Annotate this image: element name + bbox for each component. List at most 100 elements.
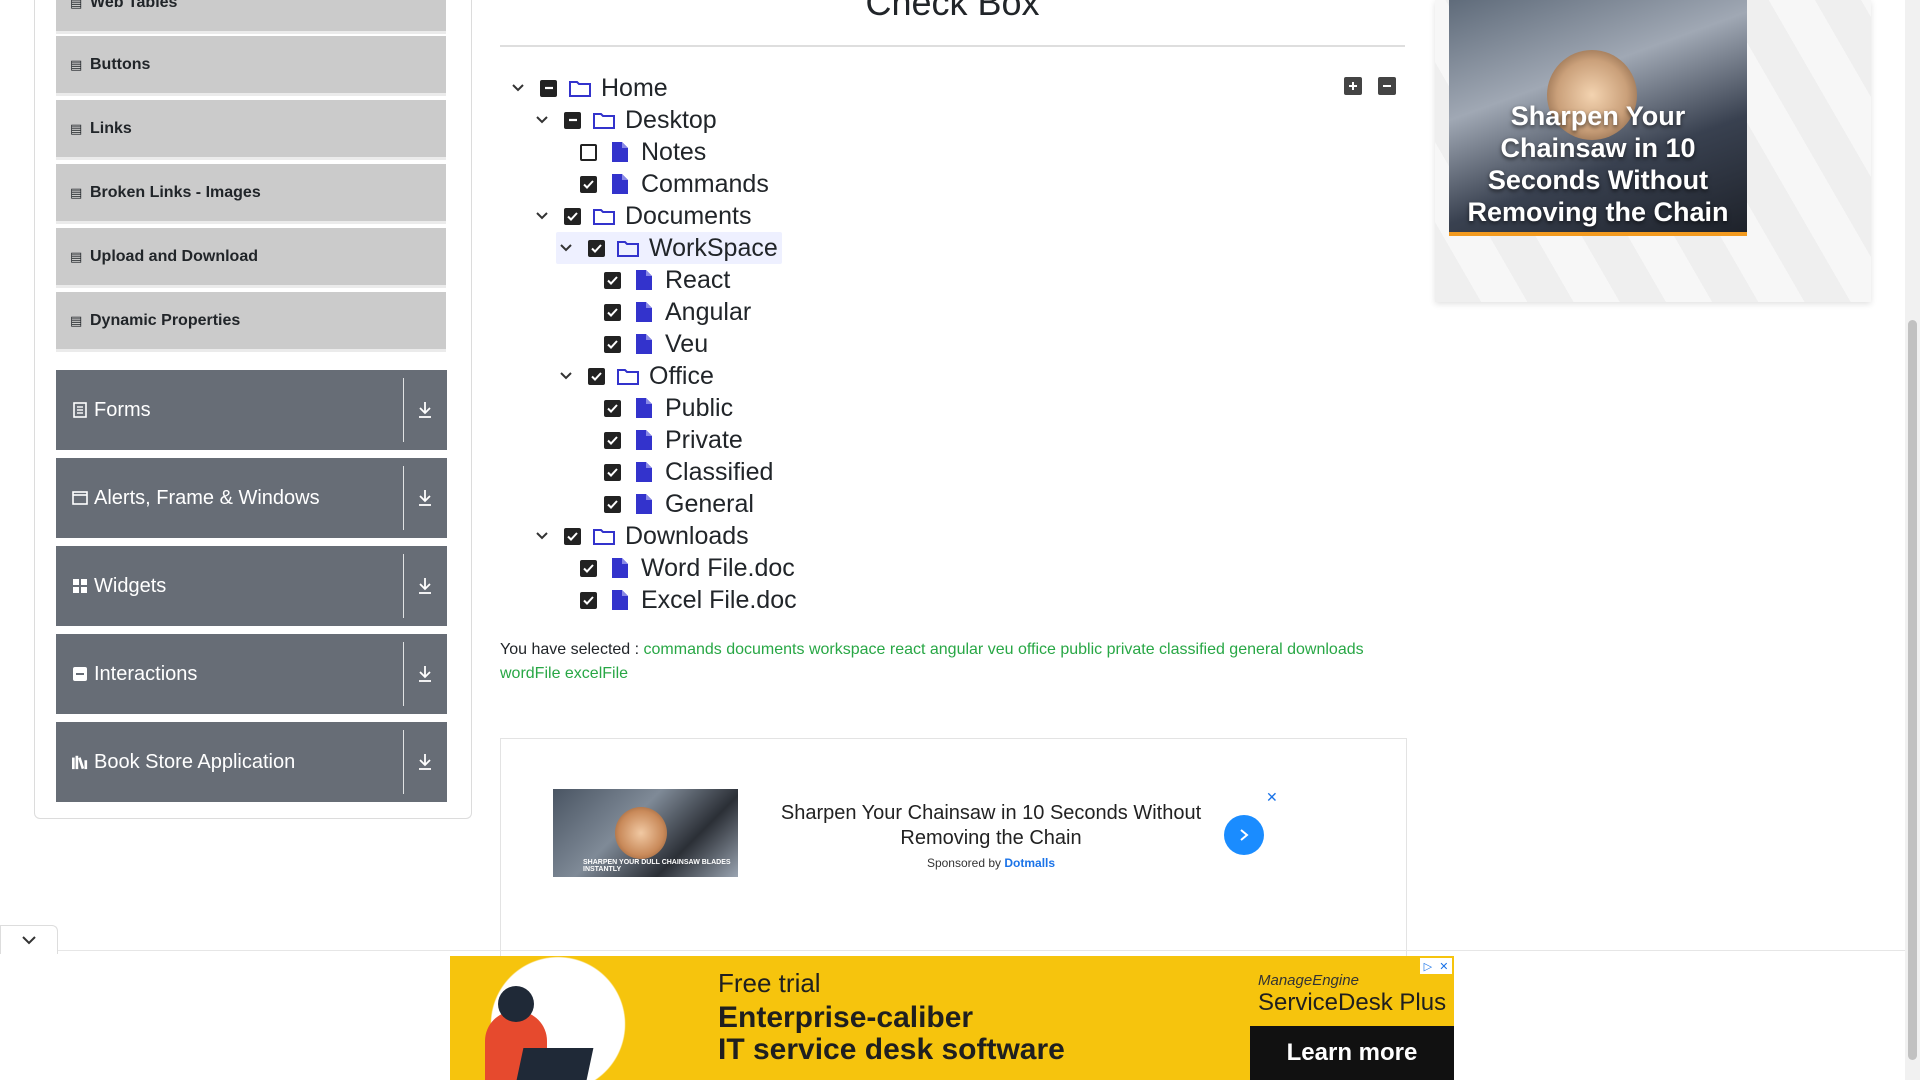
checkbox-angular[interactable] bbox=[604, 303, 621, 321]
file-icon bbox=[633, 493, 655, 515]
banner-brand-1: ManageEngine bbox=[1258, 972, 1359, 989]
window-icon bbox=[72, 490, 88, 506]
ad-sponsor-link[interactable]: Dotmalls bbox=[1004, 856, 1055, 870]
checkbox-commands[interactable] bbox=[580, 175, 597, 193]
tree-node-downloads: Downloads bbox=[532, 520, 749, 552]
checkbox-desktop[interactable] bbox=[564, 111, 581, 129]
inline-ad: SHARPEN YOUR DULL CHAINSAW BLADES INSTAN… bbox=[500, 738, 1407, 989]
tree-label[interactable]: Notes bbox=[641, 138, 706, 167]
tree-label[interactable]: General bbox=[665, 490, 754, 519]
checkbox-notes[interactable] bbox=[580, 143, 597, 161]
file-icon bbox=[633, 301, 655, 323]
chevron-down-icon[interactable] bbox=[556, 238, 576, 258]
folder-icon bbox=[593, 109, 615, 131]
checkbox-veu[interactable] bbox=[604, 335, 621, 353]
sidebar-item-buttons[interactable]: ▤ Buttons bbox=[56, 36, 446, 96]
sidebar-group-book-store[interactable]: Book Store Application bbox=[56, 722, 447, 802]
checkbox-downloads[interactable] bbox=[564, 527, 581, 545]
bottom-banner-ad[interactable]: Free trial Enterprise-caliber IT service… bbox=[450, 956, 1454, 1080]
ad-headline[interactable]: Sharpen Your Chainsaw in 10 Seconds With… bbox=[751, 801, 1231, 851]
chevron-down-icon[interactable] bbox=[556, 366, 576, 386]
close-icon[interactable]: ✕ bbox=[1266, 789, 1278, 806]
checkbox-home[interactable] bbox=[540, 79, 557, 97]
checkbox-workspace[interactable] bbox=[588, 239, 605, 257]
tree-label[interactable]: Private bbox=[665, 426, 743, 455]
result-label: You have selected : bbox=[500, 641, 640, 658]
tree-label[interactable]: WorkSpace bbox=[649, 234, 778, 263]
grid-icon bbox=[72, 578, 88, 594]
tree-label[interactable]: React bbox=[665, 266, 730, 295]
checkbox-documents[interactable] bbox=[564, 207, 581, 225]
ad-thumb-caption: SHARPEN YOUR DULL CHAINSAW BLADES INSTAN… bbox=[583, 859, 731, 873]
chevron-down-icon[interactable] bbox=[532, 206, 552, 226]
tree-label[interactable]: Office bbox=[649, 362, 714, 391]
checkbox-excel-file[interactable] bbox=[580, 591, 597, 609]
download-icon[interactable] bbox=[413, 634, 437, 714]
download-icon[interactable] bbox=[413, 722, 437, 802]
download-icon[interactable] bbox=[413, 458, 437, 538]
download-icon[interactable] bbox=[413, 370, 437, 450]
sidebar-group-interactions[interactable]: Interactions bbox=[56, 634, 447, 714]
sidebar-item-upload-download[interactable]: ▤ Upload and Download bbox=[56, 228, 446, 288]
tree-label[interactable]: Home bbox=[601, 74, 668, 103]
tree-label[interactable]: Classified bbox=[665, 458, 773, 487]
chevron-down-icon[interactable] bbox=[508, 78, 528, 98]
tree-node-commands: Commands bbox=[580, 168, 769, 200]
side-ad-image[interactable]: Sharpen Your Chainsaw in 10 Seconds With… bbox=[1449, 0, 1747, 236]
file-icon bbox=[633, 461, 655, 483]
list-icon: ▤ bbox=[70, 184, 83, 200]
tree-label[interactable]: Public bbox=[665, 394, 733, 423]
list-icon: ▤ bbox=[70, 120, 83, 136]
sidebar-item-dynamic-properties[interactable]: ▤ Dynamic Properties bbox=[56, 292, 446, 352]
tree-label[interactable]: Documents bbox=[625, 202, 751, 231]
tree-label[interactable]: Downloads bbox=[625, 522, 749, 551]
group-divider bbox=[403, 554, 404, 618]
tree-label[interactable]: Excel File.doc bbox=[641, 586, 797, 615]
tree-label[interactable]: Commands bbox=[641, 170, 769, 199]
banner-line-3: IT service desk software bbox=[718, 1033, 1065, 1066]
checkbox-classified[interactable] bbox=[604, 463, 621, 481]
file-icon bbox=[633, 333, 655, 355]
checkbox-word-file[interactable] bbox=[580, 559, 597, 577]
tree-label[interactable]: Word File.doc bbox=[641, 554, 795, 583]
checkbox-public[interactable] bbox=[604, 399, 621, 417]
page-scrollbar[interactable] bbox=[1905, 0, 1920, 1080]
file-icon bbox=[633, 429, 655, 451]
file-icon bbox=[609, 557, 631, 579]
close-icon[interactable]: ✕ bbox=[1439, 960, 1448, 973]
expand-all-button[interactable] bbox=[1344, 77, 1362, 95]
checkbox-office[interactable] bbox=[588, 367, 605, 385]
chevron-down-icon[interactable] bbox=[532, 526, 552, 546]
group-label: Forms bbox=[94, 398, 151, 421]
ad-info-icon[interactable]: ▷ bbox=[1424, 960, 1432, 973]
ad-thumbnail[interactable]: SHARPEN YOUR DULL CHAINSAW BLADES INSTAN… bbox=[553, 789, 738, 877]
title-divider bbox=[500, 45, 1405, 47]
sidebar-group-alerts[interactable]: Alerts, Frame & Windows bbox=[56, 458, 447, 538]
sidebar-item-links[interactable]: ▤ Links bbox=[56, 100, 446, 160]
sidebar-group-forms[interactable]: Forms bbox=[56, 370, 447, 450]
checkbox-private[interactable] bbox=[604, 431, 621, 449]
ad-choices[interactable]: ▷ ✕ bbox=[1420, 958, 1452, 974]
tree-label[interactable]: Angular bbox=[665, 298, 751, 327]
sidebar-item-broken-links[interactable]: ▤ Broken Links - Images bbox=[56, 164, 446, 224]
ad-image-disc bbox=[615, 807, 667, 859]
file-icon bbox=[633, 397, 655, 419]
tree-label[interactable]: Desktop bbox=[625, 106, 717, 135]
sidebar-group-widgets[interactable]: Widgets bbox=[56, 546, 447, 626]
download-icon[interactable] bbox=[413, 546, 437, 626]
sidebar-item-label: Links bbox=[90, 119, 132, 137]
collapse-tab[interactable] bbox=[0, 925, 58, 954]
collapse-all-button[interactable] bbox=[1378, 77, 1396, 95]
ad-go-button[interactable] bbox=[1224, 815, 1264, 855]
tree-node-workspace: WorkSpace bbox=[556, 232, 782, 264]
chevron-down-icon[interactable] bbox=[532, 110, 552, 130]
sidebar-item-label: Buttons bbox=[90, 55, 151, 73]
learn-more-button[interactable]: Learn more bbox=[1250, 1026, 1454, 1080]
checkbox-general[interactable] bbox=[604, 495, 621, 513]
sidebar-item-web-tables[interactable]: ▤ Web Tables bbox=[56, 0, 446, 34]
checkbox-react[interactable] bbox=[604, 271, 621, 289]
tree-node-desktop: Desktop bbox=[532, 104, 717, 136]
tree-label[interactable]: Veu bbox=[665, 330, 708, 359]
scrollbar-thumb[interactable] bbox=[1908, 320, 1917, 1060]
ad-image-strip bbox=[1449, 232, 1747, 236]
